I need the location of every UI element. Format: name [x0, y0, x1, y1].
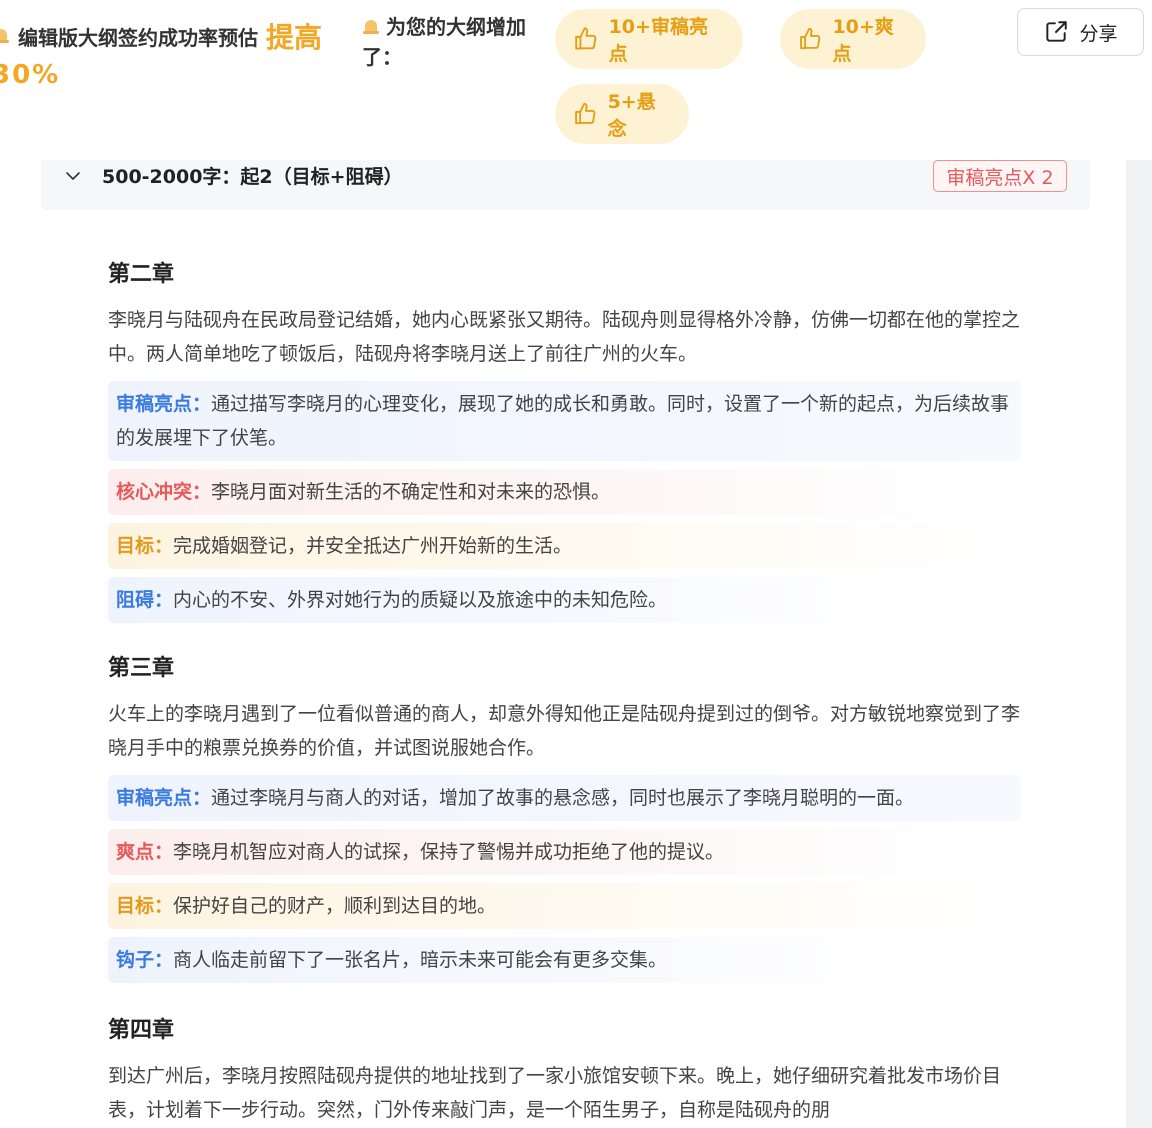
- share-icon: [1046, 21, 1068, 42]
- chapter-4: 第四章 到达广州后，李晓月按照陆砚舟提供的地址找到了一家小旅馆安顿下来。晚上，她…: [108, 1012, 1038, 1127]
- review-highlight-badge: 审稿亮点X 2: [933, 160, 1067, 192]
- note-text: 内心的不安、外界对她行为的质疑以及旅途中的未知危险。: [173, 589, 668, 611]
- note-goal: 目标：保护好自己的财产，顺利到达目的地。: [108, 883, 983, 929]
- pill-review-highlights: 10+审稿亮点: [555, 9, 743, 69]
- note-text: 通过描写李晓月的心理变化，展现了她的成长和勇敢。同时，设置了一个新的起点，为后续…: [116, 393, 1010, 449]
- section-title: 500-2000字：起2（目标+阻碍）: [102, 166, 403, 188]
- chapter-body: 李晓月与陆砚舟在民政局登记结婚，她内心既紧张又期待。陆砚舟则显得格外冷静，仿佛一…: [108, 309, 1021, 365]
- bell-icon: [362, 18, 380, 36]
- upgrade-banner: 编辑版大纲签约成功率预估 提高 30% 为您的大纲增加了： 10+审稿亮点 10…: [0, 0, 1152, 160]
- chapter-2: 第二章 李晓月与陆砚舟在民政局登记结婚，她内心既紧张又期待。陆砚舟则显得格外冷静…: [108, 256, 1038, 623]
- note-text: 保护好自己的财产，顺利到达目的地。: [173, 895, 497, 917]
- success-rate-message: 编辑版大纲签约成功率预估 提高 30%: [0, 16, 352, 90]
- note-label: 钩子：: [116, 949, 174, 971]
- success-rate-highlight: 提高: [266, 21, 323, 54]
- pill-label: 10+审稿亮点: [608, 16, 708, 65]
- note-text: 李晓月机智应对商人的试探，保持了警惕并成功拒绝了他的提议。: [173, 841, 725, 863]
- chevron-down-icon[interactable]: [63, 166, 83, 186]
- share-label: 分享: [1079, 22, 1118, 45]
- section-header[interactable]: 500-2000字：起2（目标+阻碍） 审稿亮点X 2: [41, 160, 1090, 210]
- note-label: 核心冲突：: [116, 481, 212, 503]
- note-obstacle: 阻碍：内心的不安、外界对她行为的质疑以及旅途中的未知危险。: [108, 577, 908, 623]
- added-items-text: 为您的大纲增加了：: [362, 15, 526, 69]
- thumbs-up-icon: [575, 102, 596, 125]
- note-goal: 目标：完成婚姻登记，并安全抵达广州开始新的生活。: [108, 523, 983, 569]
- share-button[interactable]: 分享: [1017, 8, 1144, 56]
- chapter-3: 第三章 火车上的李晓月遇到了一位看似普通的商人，却意外得知他正是陆砚舟提到过的倒…: [108, 650, 1038, 983]
- note-text: 商人临走前留下了一张名片，暗示未来可能会有更多交集。: [173, 949, 668, 971]
- note-hook: 钩子：商人临走前留下了一张名片，暗示未来可能会有更多交集。: [108, 937, 908, 983]
- note-review-highlight: 审稿亮点：通过李晓月与商人的对话，增加了故事的悬念感，同时也展示了李晓月聪明的一…: [108, 775, 1021, 821]
- note-text: 完成婚姻登记，并安全抵达广州开始新的生活。: [173, 535, 573, 557]
- chapter-body: 到达广州后，李晓月按照陆砚舟提供的地址找到了一家小旅馆安顿下来。晚上，她仔细研究…: [108, 1065, 1002, 1121]
- note-label: 阻碍：: [116, 589, 174, 611]
- thumbs-up-icon: [575, 27, 597, 50]
- note-satisfaction-point: 爽点：李晓月机智应对商人的试探，保持了警惕并成功拒绝了他的提议。: [108, 829, 983, 875]
- note-review-highlight: 审稿亮点：通过描写李晓月的心理变化，展现了她的成长和勇敢。同时，设置了一个新的起…: [108, 381, 1021, 461]
- bell-icon: [0, 27, 10, 45]
- note-text: 李晓月面对新生活的不确定性和对未来的恐惧。: [211, 481, 611, 503]
- pill-satisfaction-points: 10+爽点: [780, 9, 926, 69]
- chapter-title: 第二章: [108, 262, 175, 287]
- thumbs-up-icon: [800, 27, 821, 50]
- page-scroll-edge: [1126, 160, 1152, 1128]
- outline-panel: 500-2000字：起2（目标+阻碍） 审稿亮点X 2 第二章 李晓月与陆砚舟在…: [5, 160, 1125, 1128]
- pill-label: 5+悬念: [607, 91, 656, 140]
- note-text: 通过李晓月与商人的对话，增加了故事的悬念感，同时也展示了李晓月聪明的一面。: [211, 787, 915, 809]
- note-label: 目标：: [116, 535, 174, 557]
- chapter-title: 第三章: [108, 656, 175, 681]
- pill-suspense: 5+悬念: [555, 84, 689, 144]
- note-label: 目标：: [116, 895, 174, 917]
- success-rate-percent: 30%: [0, 60, 61, 90]
- chapter-title: 第四章: [108, 1018, 175, 1043]
- note-label: 审稿亮点：: [116, 393, 212, 415]
- note-label: 爽点：: [116, 841, 174, 863]
- added-items-message: 为您的大纲增加了：: [362, 12, 548, 72]
- pill-label: 10+爽点: [832, 16, 894, 65]
- success-rate-text: 编辑版大纲签约成功率预估: [18, 25, 258, 50]
- chapter-body: 火车上的李晓月遇到了一位看似普通的商人，却意外得知他正是陆砚舟提到过的倒爷。对方…: [108, 703, 1021, 759]
- note-label: 审稿亮点：: [116, 787, 212, 809]
- note-core-conflict: 核心冲突：李晓月面对新生活的不确定性和对未来的恐惧。: [108, 469, 983, 515]
